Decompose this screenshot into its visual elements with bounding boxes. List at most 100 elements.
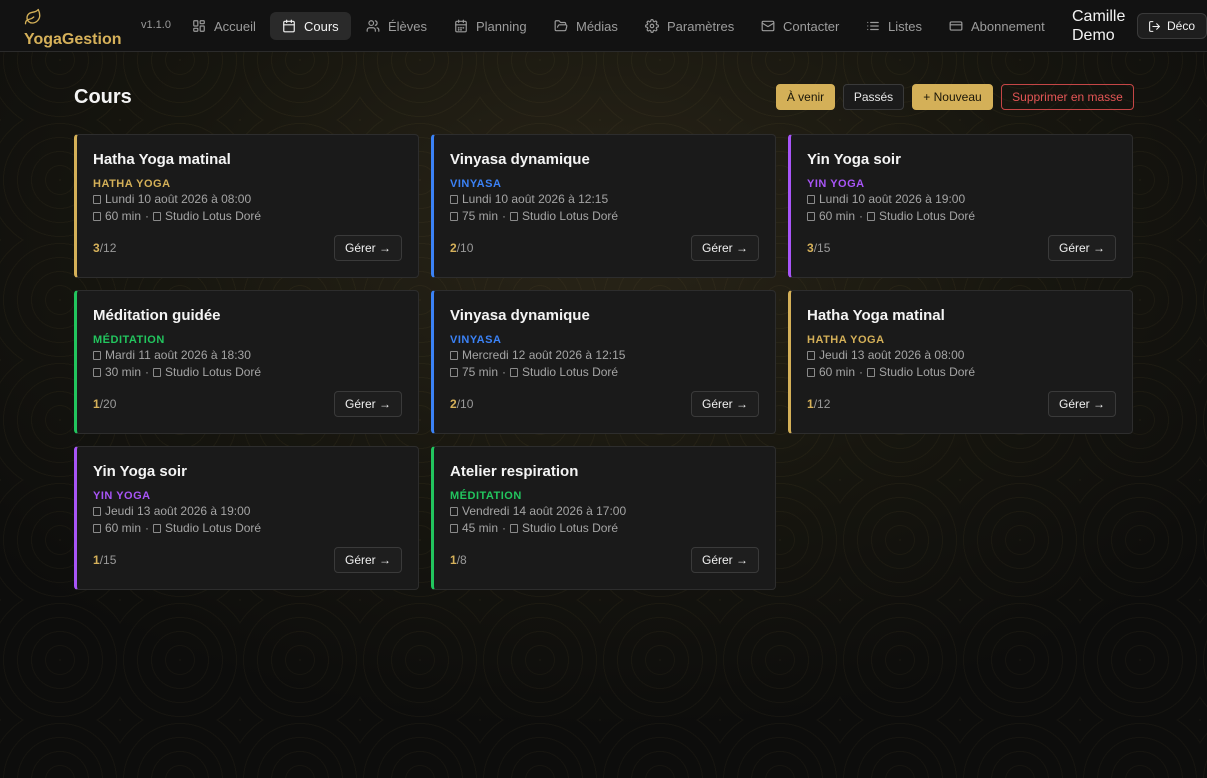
nav-item-parametres[interactable]: Paramètres: [633, 12, 746, 40]
brand-logo[interactable]: YogaGestion: [24, 6, 134, 48]
booked-count: 1: [93, 397, 100, 411]
clock-icon: [450, 523, 458, 533]
booking-count: 1/12: [807, 397, 830, 411]
course-duration: 75 min: [462, 365, 499, 379]
course-type-badge: VINYASA: [450, 178, 502, 190]
nav-item-cours[interactable]: Cours: [270, 12, 351, 40]
location-icon: [510, 211, 519, 221]
nav-item-eleves[interactable]: Élèves: [354, 12, 439, 40]
course-title: Atelier respiration: [450, 463, 579, 480]
manage-course-button[interactable]: Gérer →: [333, 547, 402, 573]
clock-icon: [93, 367, 101, 377]
nav-label: Médias: [576, 18, 618, 34]
booked-count: 1: [93, 553, 100, 567]
location-icon: [153, 523, 162, 533]
course-location: Studio Lotus Doré: [522, 521, 619, 535]
filter-upcoming-button[interactable]: À venir: [776, 84, 835, 110]
manage-course-button[interactable]: Gérer →: [690, 547, 759, 573]
nav-item-planning[interactable]: Planning: [442, 12, 539, 40]
separator: ·: [145, 521, 150, 535]
booked-count: 2: [450, 241, 457, 255]
calendar-icon: [450, 350, 458, 360]
course-location: Studio Lotus Doré: [522, 365, 619, 379]
bulk-delete-button[interactable]: Supprimer en masse: [1001, 84, 1134, 110]
user-name: Camille Demo: [1072, 8, 1126, 44]
course-card: Vinyasa dynamique VINYASA Lundi 10 août …: [431, 134, 776, 278]
course-title: Vinyasa dynamique: [450, 151, 590, 168]
booking-count: 2/10: [450, 241, 473, 255]
booking-count: 3/15: [807, 241, 830, 255]
course-card: Yin Yoga soir YIN YOGA Jeudi 13 août 202…: [74, 446, 419, 590]
course-date: Mardi 11 août 2026 à 18:30: [93, 348, 251, 362]
calendar-icon: [93, 194, 101, 204]
logout-button[interactable]: Déco: [1137, 13, 1207, 39]
capacity: /8: [456, 553, 467, 567]
calendar-icon: [807, 350, 815, 360]
manage-course-button[interactable]: Gérer →: [1047, 391, 1116, 417]
booking-count: 3/12: [93, 241, 116, 255]
filter-past-button[interactable]: Passés: [843, 84, 904, 110]
course-date-text: Jeudi 13 août 2026 à 08:00: [819, 348, 965, 362]
course-duration-location: 45 min · Studio Lotus Doré: [450, 521, 618, 535]
nav-label: Abonnement: [971, 18, 1045, 34]
course-duration: 60 min: [819, 209, 856, 223]
course-type-badge: HATHA YOGA: [93, 178, 171, 190]
separator: ·: [145, 365, 150, 379]
nav-label: Accueil: [214, 18, 256, 34]
nav-item-contacter[interactable]: Contacter: [749, 12, 851, 40]
manage-course-button[interactable]: Gérer →: [333, 235, 402, 261]
top-navigation-bar: YogaGestion v1.1.0 Accueil Cours Élèves …: [0, 0, 1207, 52]
booked-count: 1: [450, 553, 457, 567]
manage-course-button[interactable]: Gérer →: [333, 391, 402, 417]
location-icon: [153, 367, 162, 377]
separator: ·: [145, 209, 150, 223]
booked-count: 3: [807, 241, 814, 255]
course-type-badge: MÉDITATION: [450, 490, 522, 502]
clock-icon: [93, 523, 101, 533]
course-location: Studio Lotus Doré: [522, 209, 619, 223]
course-location: Studio Lotus Doré: [879, 209, 976, 223]
calendar-icon: [283, 19, 295, 33]
course-location: Studio Lotus Doré: [879, 365, 976, 379]
booking-count: 1/15: [93, 553, 116, 567]
nav-item-medias[interactable]: Médias: [542, 12, 630, 40]
credit-card-icon: [949, 21, 963, 31]
calendar-icon: [93, 350, 101, 360]
page-title: Cours: [74, 86, 132, 108]
course-date-text: Lundi 10 août 2026 à 08:00: [105, 192, 252, 206]
course-duration-location: 30 min · Studio Lotus Doré: [93, 365, 261, 379]
manage-course-button[interactable]: Gérer →: [1047, 235, 1116, 261]
course-date: Lundi 10 août 2026 à 12:15: [450, 192, 608, 206]
course-type-badge: YIN YOGA: [807, 178, 865, 190]
separator: ·: [502, 209, 507, 223]
course-duration-location: 60 min · Studio Lotus Doré: [807, 209, 975, 223]
booked-count: 2: [450, 397, 457, 411]
booking-count: 1/8: [450, 553, 467, 567]
course-date-text: Lundi 10 août 2026 à 19:00: [819, 192, 966, 206]
manage-course-button[interactable]: Gérer →: [690, 391, 759, 417]
course-type-badge: VINYASA: [450, 334, 502, 346]
capacity: /10: [456, 397, 474, 411]
course-title: Vinyasa dynamique: [450, 307, 590, 324]
location-icon: [153, 211, 162, 221]
nav-item-accueil[interactable]: Accueil: [180, 12, 268, 40]
capacity: /12: [813, 397, 831, 411]
nav-item-abonnement[interactable]: Abonnement: [937, 12, 1057, 40]
course-title: Méditation guidée: [93, 307, 221, 324]
new-course-button[interactable]: + Nouveau: [912, 84, 993, 110]
brand-name: YogaGestion: [24, 31, 122, 48]
course-duration: 60 min: [105, 209, 142, 223]
separator: ·: [502, 521, 507, 535]
clock-icon: [93, 211, 101, 221]
separator: ·: [859, 365, 864, 379]
course-card: Atelier respiration MÉDITATION Vendredi …: [431, 446, 776, 590]
manage-course-button[interactable]: Gérer →: [690, 235, 759, 261]
nav-item-listes[interactable]: Listes: [854, 12, 934, 40]
course-duration: 30 min: [105, 365, 142, 379]
capacity: /15: [99, 553, 117, 567]
nav-label: Contacter: [783, 18, 840, 34]
nav-label: Planning: [476, 18, 527, 34]
course-duration-location: 60 min · Studio Lotus Doré: [807, 365, 975, 379]
course-duration-location: 60 min · Studio Lotus Doré: [93, 209, 261, 223]
nav-label: Cours: [304, 18, 339, 34]
